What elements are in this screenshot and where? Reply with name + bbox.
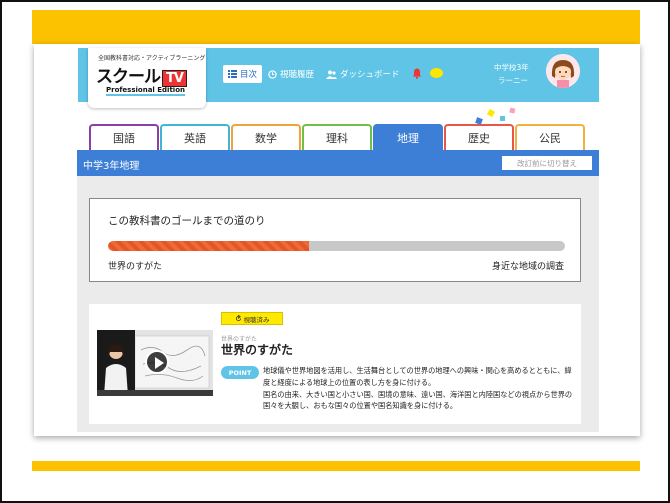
- page-frame: 全国教科書対応・アクティブラーニング スクール TV Professional E…: [0, 0, 670, 503]
- tab-label: 歴史: [468, 132, 490, 145]
- yellow-band-bottom: [32, 461, 640, 471]
- play-icon[interactable]: [145, 350, 169, 374]
- avatar[interactable]: [546, 54, 580, 88]
- tab-math[interactable]: 数学: [231, 124, 301, 150]
- user-name: ラーニー: [498, 76, 528, 85]
- logo-tv: TV: [162, 70, 187, 87]
- subject-bar: 中学3年地理 改訂前に切り替え: [77, 150, 599, 176]
- tab-civics[interactable]: 公民: [515, 124, 585, 150]
- nav-contents-label: 目次: [240, 70, 258, 80]
- tab-english[interactable]: 英語: [160, 124, 230, 150]
- confetti-decoration: [475, 107, 516, 125]
- nav-dashboard-label: ダッシュボード: [340, 70, 400, 80]
- goal-start-label: 世界のすがた: [108, 262, 163, 272]
- nav-dashboard-button[interactable]: ダッシュボード: [326, 65, 400, 83]
- tab-label: 理科: [326, 132, 348, 145]
- list-icon: [228, 70, 237, 78]
- logo[interactable]: 全国教科書対応・アクティブラーニング スクール TV Professional E…: [88, 48, 206, 108]
- avatar-girl-icon: [546, 54, 580, 88]
- lesson-description: 地球儀や世界地図を活用し、生活舞台としての世界の地理への興味・関心を高めるととも…: [263, 365, 575, 412]
- logo-edition: Professional Edition: [106, 86, 185, 96]
- tab-science[interactable]: 理科: [302, 124, 372, 150]
- logo-main: スクール TV: [96, 62, 187, 87]
- goal-title: この教科書のゴールまでの道のり: [108, 215, 266, 227]
- app-window: 全国教科書対応・アクティブラーニング スクール TV Professional E…: [34, 44, 640, 436]
- tab-geography[interactable]: 地理: [373, 124, 443, 150]
- tab-label: 国語: [113, 132, 135, 145]
- watched-badge: 視聴済み: [221, 312, 283, 325]
- chat-icon[interactable]: [430, 68, 443, 78]
- logo-main-text: スクール: [96, 67, 161, 87]
- replay-icon: [235, 315, 241, 322]
- users-icon: [326, 70, 337, 79]
- bell-icon[interactable]: [412, 68, 422, 79]
- video-thumbnail[interactable]: [97, 330, 213, 396]
- goal-progress-bar: [108, 241, 565, 251]
- lesson-description-1: 地球儀や世界地図を活用し、生活舞台としての世界の地理への興味・関心を高めるととも…: [263, 366, 572, 387]
- nav-contents-button[interactable]: 目次: [223, 65, 263, 83]
- lesson-title[interactable]: 世界のすがた: [221, 341, 293, 358]
- app-header: 全国教科書対応・アクティブラーニング スクール TV Professional E…: [78, 48, 599, 108]
- watched-label: 視聴済み: [243, 315, 270, 324]
- subject-title: 中学3年地理: [83, 161, 140, 172]
- tab-history[interactable]: 歴史: [444, 124, 514, 150]
- nav-history-button[interactable]: 視聴履歴: [268, 65, 314, 83]
- revise-switch-button[interactable]: 改訂前に切り替え: [502, 156, 592, 170]
- tab-label: 地理: [397, 132, 419, 145]
- point-badge: POINT: [221, 366, 259, 379]
- content-area: この教科書のゴールまでの道のり 世界のすがた 身近な地域の調査 視聴済み 世界の…: [77, 176, 599, 432]
- goal-end-label: 身近な地域の調査: [491, 262, 564, 272]
- user-grade: 中学校3年: [494, 63, 529, 72]
- nav-history-label: 視聴履歴: [280, 70, 315, 80]
- history-icon: [268, 69, 277, 79]
- lesson-description-2: 国名の由来、大きい国と小さい国、国境の意味、遠い国、海洋国と内陸国などの視点から…: [263, 389, 573, 411]
- yellow-band-top: [32, 10, 640, 44]
- tab-japanese[interactable]: 国語: [89, 124, 159, 150]
- lesson-card[interactable]: 視聴済み 世界のすがた 世界のすがた POINT 地球儀や世界地図を活用し、生活…: [89, 304, 581, 424]
- tab-label: 公民: [539, 132, 561, 145]
- goal-progress-fill: [108, 241, 310, 251]
- tab-label: 数学: [255, 132, 277, 145]
- logo-subtitle: 全国教科書対応・アクティブラーニング: [98, 55, 206, 62]
- tab-label: 英語: [184, 132, 206, 145]
- goal-panel: この教科書のゴールまでの道のり 世界のすがた 身近な地域の調査: [89, 198, 581, 282]
